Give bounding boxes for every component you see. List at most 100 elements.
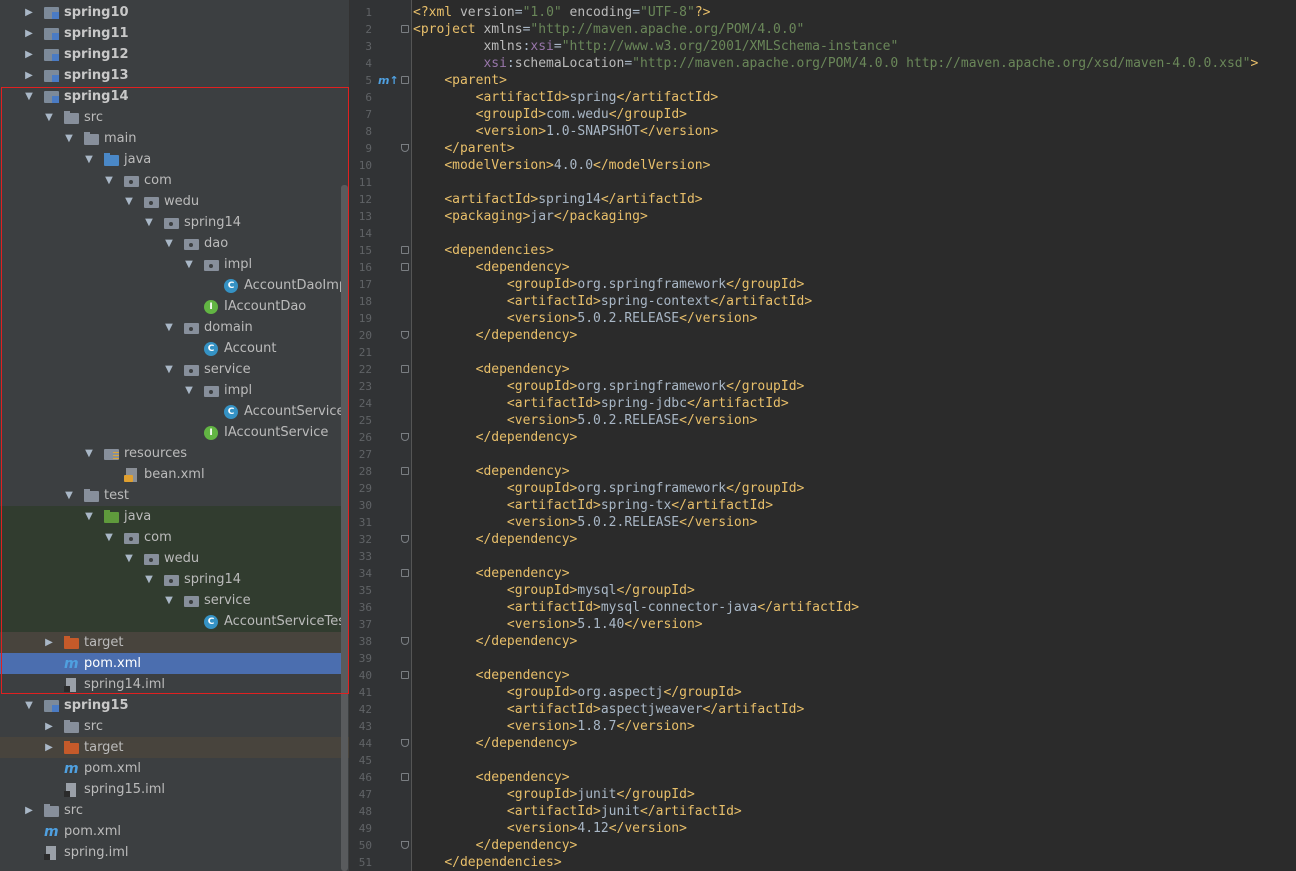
code-line[interactable]: <modelVersion>4.0.0</modelVersion>: [411, 157, 1296, 174]
code-line[interactable]: </dependency>: [411, 429, 1296, 446]
fold-end-icon[interactable]: [401, 433, 409, 441]
code-line[interactable]: </dependency>: [411, 735, 1296, 752]
fold-end-icon[interactable]: [401, 637, 409, 645]
code-line[interactable]: [411, 446, 1296, 463]
collapse-arrow-icon[interactable]: ▶: [22, 65, 36, 86]
tree-row[interactable]: ▼ java: [0, 506, 349, 527]
collapse-arrow-icon[interactable]: ▶: [22, 800, 36, 821]
fold-end-icon[interactable]: [401, 144, 409, 152]
code-line[interactable]: <artifactId>spring-context</artifactId>: [411, 293, 1296, 310]
code-line[interactable]: <artifactId>mysql-connector-java</artifa…: [411, 599, 1296, 616]
expand-arrow-icon[interactable]: ▼: [62, 128, 76, 149]
code-line[interactable]: </dependency>: [411, 327, 1296, 344]
code-line[interactable]: <version>4.12</version>: [411, 820, 1296, 837]
code-line[interactable]: <groupId>mysql</groupId>: [411, 582, 1296, 599]
fold-end-icon[interactable]: [401, 841, 409, 849]
code-area[interactable]: <?xml version="1.0" encoding="UTF-8"?> <p…: [411, 0, 1296, 871]
code-line[interactable]: xsi:schemaLocation="http://maven.apache.…: [411, 55, 1296, 72]
tree-row[interactable]: ▼ domain: [0, 317, 349, 338]
code-line[interactable]: [411, 752, 1296, 769]
code-line[interactable]: <version>5.0.2.RELEASE</version>: [411, 310, 1296, 327]
code-line[interactable]: <version>1.0-SNAPSHOT</version>: [411, 123, 1296, 140]
code-line[interactable]: <dependency>: [411, 769, 1296, 786]
code-line[interactable]: xmlns:xsi="http://www.w3.org/2001/XMLSch…: [411, 38, 1296, 55]
tree-row[interactable]: m pom.xml: [0, 821, 349, 842]
code-line[interactable]: <groupId>org.aspectj</groupId>: [411, 684, 1296, 701]
code-line[interactable]: [411, 548, 1296, 565]
tree-row[interactable]: ▶ spring13: [0, 65, 349, 86]
tree-row[interactable]: ▼ test: [0, 485, 349, 506]
tree-row[interactable]: ▶ target: [0, 632, 349, 653]
fold-end-icon[interactable]: [401, 331, 409, 339]
code-line[interactable]: <?xml version="1.0" encoding="UTF-8"?>: [411, 4, 1296, 21]
tree-row[interactable]: ▼ impl: [0, 380, 349, 401]
expand-arrow-icon[interactable]: ▼: [102, 170, 116, 191]
code-line[interactable]: <artifactId>aspectjweaver</artifactId>: [411, 701, 1296, 718]
tree-row[interactable]: m pom.xml: [0, 758, 349, 779]
code-line[interactable]: </parent>: [411, 140, 1296, 157]
code-line[interactable]: <packaging>jar</packaging>: [411, 208, 1296, 225]
code-line[interactable]: [411, 650, 1296, 667]
code-line[interactable]: <artifactId>spring</artifactId>: [411, 89, 1296, 106]
tree-row[interactable]: ▼ spring14: [0, 569, 349, 590]
fold-expanded-icon[interactable]: [401, 467, 409, 475]
code-line[interactable]: <version>5.0.2.RELEASE</version>: [411, 412, 1296, 429]
collapse-arrow-icon[interactable]: ▶: [22, 44, 36, 65]
code-line[interactable]: </dependencies>: [411, 854, 1296, 871]
fold-expanded-icon[interactable]: [401, 773, 409, 781]
fold-expanded-icon[interactable]: [401, 569, 409, 577]
fold-expanded-icon[interactable]: [401, 76, 409, 84]
tree-row[interactable]: bean.xml: [0, 464, 349, 485]
tree-row[interactable]: C Account: [0, 338, 349, 359]
code-line[interactable]: <version>1.8.7</version>: [411, 718, 1296, 735]
collapse-arrow-icon[interactable]: ▶: [22, 23, 36, 44]
expand-arrow-icon[interactable]: ▼: [62, 485, 76, 506]
tree-row[interactable]: ▶ src: [0, 716, 349, 737]
code-editor[interactable]: 1 2 3 4 5 6 7 8 9 10 11 12 13 14 15 16 17 18 19 20 21 22 23 24 2…: [349, 0, 1296, 871]
code-line[interactable]: <project xmlns="http://maven.apache.org/…: [411, 21, 1296, 38]
fold-expanded-icon[interactable]: [401, 25, 409, 33]
collapse-arrow-icon[interactable]: ▶: [22, 2, 36, 23]
code-line[interactable]: [411, 174, 1296, 191]
code-line[interactable]: <dependency>: [411, 565, 1296, 582]
tree-row[interactable]: ▼ spring14: [0, 86, 349, 107]
tree-row[interactable]: ▶ spring10: [0, 2, 349, 23]
expand-arrow-icon[interactable]: ▼: [122, 191, 136, 212]
tree-row[interactable]: I IAccountDao: [0, 296, 349, 317]
code-line[interactable]: <artifactId>junit</artifactId>: [411, 803, 1296, 820]
tree-row[interactable]: ▼ com: [0, 527, 349, 548]
fold-end-icon[interactable]: [401, 535, 409, 543]
tree-row[interactable]: ▼ resources: [0, 443, 349, 464]
tree-row[interactable]: C AccountDaoImpl: [0, 275, 349, 296]
expand-arrow-icon[interactable]: ▼: [22, 695, 36, 716]
code-line[interactable]: [411, 344, 1296, 361]
code-line[interactable]: <version>5.0.2.RELEASE</version>: [411, 514, 1296, 531]
expand-arrow-icon[interactable]: ▼: [42, 107, 56, 128]
tree-row[interactable]: spring.iml: [0, 842, 349, 863]
code-line[interactable]: <parent>: [411, 72, 1296, 89]
collapse-arrow-icon[interactable]: ▶: [42, 716, 56, 737]
expand-arrow-icon[interactable]: ▼: [162, 233, 176, 254]
collapse-arrow-icon[interactable]: ▶: [42, 737, 56, 758]
code-line[interactable]: <dependency>: [411, 667, 1296, 684]
expand-arrow-icon[interactable]: ▼: [182, 380, 196, 401]
tree-row[interactable]: I IAccountService: [0, 422, 349, 443]
maven-parent-icon[interactable]: m↑: [378, 72, 399, 89]
code-line[interactable]: <artifactId>spring-jdbc</artifactId>: [411, 395, 1296, 412]
tree-row[interactable]: ▶ spring12: [0, 44, 349, 65]
tree-row[interactable]: C AccountServiceTest: [0, 611, 349, 632]
code-line[interactable]: <groupId>org.springframework</groupId>: [411, 276, 1296, 293]
tree-row[interactable]: ▼ com: [0, 170, 349, 191]
tree-row[interactable]: ▶ target: [0, 737, 349, 758]
tree-row[interactable]: ▼ spring14: [0, 212, 349, 233]
fold-expanded-icon[interactable]: [401, 263, 409, 271]
expand-arrow-icon[interactable]: ▼: [102, 527, 116, 548]
code-line[interactable]: </dependency>: [411, 633, 1296, 650]
expand-arrow-icon[interactable]: ▼: [162, 359, 176, 380]
tree-row[interactable]: ▶ spring11: [0, 23, 349, 44]
code-line[interactable]: <dependency>: [411, 463, 1296, 480]
expand-arrow-icon[interactable]: ▼: [82, 506, 96, 527]
code-line[interactable]: [411, 225, 1296, 242]
tree-row[interactable]: ▼ main: [0, 128, 349, 149]
code-line[interactable]: <groupId>junit</groupId>: [411, 786, 1296, 803]
